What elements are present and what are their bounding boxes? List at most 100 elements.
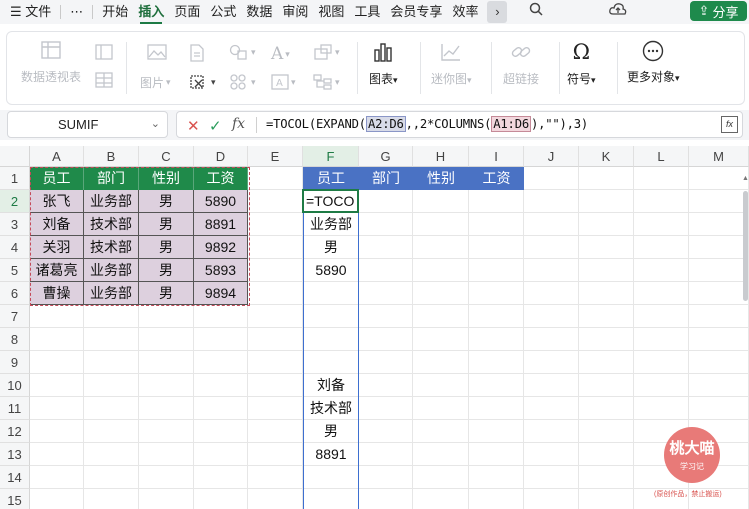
column-header-m[interactable]: M (689, 146, 749, 167)
object-icon[interactable]: ▾ (313, 44, 340, 60)
column-header-h[interactable]: H (413, 146, 469, 167)
table-cell[interactable]: 技术部 (84, 236, 139, 259)
spill-cell[interactable]: 技术部 (303, 397, 359, 420)
column-header-j[interactable]: J (524, 146, 579, 167)
row-header-12[interactable]: 12 (0, 420, 30, 443)
table-cell[interactable]: 曹操 (30, 282, 84, 305)
cancel-icon[interactable]: ✕ (187, 117, 200, 135)
table-cell[interactable]: 技术部 (84, 213, 139, 236)
table-cell[interactable]: 9894 (194, 282, 248, 305)
tab-review[interactable]: 审阅 (277, 0, 313, 24)
tab-page[interactable]: 页面 (169, 0, 205, 24)
column-header-g[interactable]: G (359, 146, 413, 167)
column-header-f[interactable]: F (303, 146, 359, 167)
spill-cell[interactable]: 5890 (303, 259, 359, 282)
row-header-4[interactable]: 4 (0, 236, 30, 259)
table-cell[interactable]: 男 (139, 259, 194, 282)
picture-button[interactable]: 图片 ▾ (140, 74, 171, 91)
table-cell[interactable]: 业务部 (84, 259, 139, 282)
table-header-cell[interactable]: 部门 (84, 167, 139, 190)
table-header-cell[interactable]: 性别 (139, 167, 194, 190)
table-cell[interactable]: 5893 (194, 259, 248, 282)
tab-insert[interactable]: 插入 (133, 0, 169, 24)
name-box[interactable]: SUMIF ⌄ (7, 111, 168, 138)
chart-button[interactable]: 图表▾ (369, 42, 398, 87)
column-header-d[interactable]: D (194, 146, 248, 167)
sparkline-button[interactable]: 迷你图▾ (431, 42, 472, 87)
tab-data[interactable]: 数据 (241, 0, 277, 24)
table-cell[interactable]: 张飞 (30, 190, 84, 213)
more-objects-button[interactable]: 更多对象▾ (627, 40, 680, 85)
spill-cell[interactable]: 8891 (303, 443, 359, 466)
document-icon[interactable] (189, 44, 205, 62)
chevron-down-icon[interactable]: ⌄ (151, 112, 160, 137)
table-cell[interactable]: 男 (139, 236, 194, 259)
column-header-e[interactable]: E (248, 146, 303, 167)
table-icon[interactable] (95, 72, 113, 88)
tab-member[interactable]: 会员专享 (385, 0, 447, 24)
more-menu-button[interactable]: ⋯ (65, 0, 88, 24)
chevron-right-icon[interactable]: › (487, 1, 508, 23)
tab-efficiency[interactable]: 效率 (447, 0, 483, 24)
table-cell[interactable]: 男 (139, 190, 194, 213)
column-header-i[interactable]: I (469, 146, 524, 167)
row-header-7[interactable]: 7 (0, 305, 30, 328)
table-header-cell[interactable]: 工资 (194, 167, 248, 190)
wordart-icon[interactable]: A ▾ (271, 44, 290, 64)
scroll-up-icon[interactable]: ▲ (742, 175, 749, 182)
search-icon[interactable] (525, 1, 547, 23)
expand-formula-icon[interactable]: fx (721, 116, 738, 133)
spill-cell[interactable]: 男 (303, 236, 359, 259)
pivot-chart-icon[interactable] (95, 44, 113, 60)
row-header-3[interactable]: 3 (0, 213, 30, 236)
result-header-cell[interactable]: 员工 (303, 167, 359, 190)
formula-text[interactable]: =TOCOL(EXPAND(A2:D6 ,,2*COLUMNS(A1:D6),""… (266, 116, 588, 132)
hyperlink-button[interactable]: 超链接 (503, 42, 539, 87)
column-header-l[interactable]: L (634, 146, 689, 167)
symbol-button[interactable]: Ω 符号▾ (567, 40, 596, 87)
active-cell-f2[interactable]: =TOCO (302, 189, 359, 213)
spill-cell[interactable]: 业务部 (303, 213, 359, 236)
row-header-2[interactable]: 2 (0, 190, 30, 213)
table-cell[interactable]: 8891 (194, 213, 248, 236)
table-cell[interactable]: 刘备 (30, 213, 84, 236)
spreadsheet-grid[interactable]: A B C D E F G H I J K L M 1 2 3 4 5 6 7 8 9 10 11 12 13 14 15 员工 部门 性别… (0, 146, 749, 509)
tab-home[interactable]: 开始 (97, 0, 133, 24)
scrollbar-thumb[interactable] (743, 191, 748, 301)
file-menu[interactable]: ☰ 文件 (0, 0, 56, 24)
table-cell[interactable]: 关羽 (30, 236, 84, 259)
spill-cell[interactable]: 男 (303, 420, 359, 443)
table-header-cell[interactable]: 员工 (30, 167, 84, 190)
pivot-table-button[interactable]: 数据透视表 (21, 40, 81, 85)
column-header-c[interactable]: C (139, 146, 194, 167)
picture-icon[interactable] (147, 44, 167, 60)
check-icon[interactable]: ✓ (209, 117, 222, 135)
spill-cell[interactable]: 刘备 (303, 374, 359, 397)
row-header-13[interactable]: 13 (0, 443, 30, 466)
column-header-b[interactable]: B (84, 146, 139, 167)
cloud-upload-icon[interactable] (607, 1, 629, 23)
textbox-icon[interactable]: A ▾ (271, 74, 296, 90)
icon-library-icon[interactable]: ▾ (229, 74, 256, 90)
table-cell[interactable]: 诸葛亮 (30, 259, 84, 282)
row-header-5[interactable]: 5 (0, 259, 30, 282)
formula-input[interactable]: ✕ ✓ fx =TOCOL(EXPAND(A2:D6 ,,2*COLUMNS(A1… (176, 111, 743, 138)
fx-icon[interactable]: fx (232, 116, 245, 132)
shapes-icon[interactable]: ▾ (229, 44, 256, 60)
table-cell[interactable]: 业务部 (84, 282, 139, 305)
vertical-scrollbar[interactable]: ▲ (742, 167, 749, 307)
screenshot-icon[interactable]: ▾ (189, 74, 216, 90)
share-button[interactable]: ⇪ 分享 (690, 1, 747, 21)
row-header-9[interactable]: 9 (0, 351, 30, 374)
column-header-k[interactable]: K (579, 146, 634, 167)
column-header-a[interactable]: A (30, 146, 84, 167)
result-header-cell[interactable]: 性别 (413, 167, 469, 190)
table-cell[interactable]: 5890 (194, 190, 248, 213)
row-header-15[interactable]: 15 (0, 489, 30, 509)
table-cell[interactable]: 业务部 (84, 190, 139, 213)
select-all-corner[interactable] (0, 146, 30, 167)
smartart-icon[interactable]: ▾ (313, 74, 340, 90)
table-cell[interactable]: 男 (139, 282, 194, 305)
tab-view[interactable]: 视图 (313, 0, 349, 24)
tab-formulas[interactable]: 公式 (205, 0, 241, 24)
